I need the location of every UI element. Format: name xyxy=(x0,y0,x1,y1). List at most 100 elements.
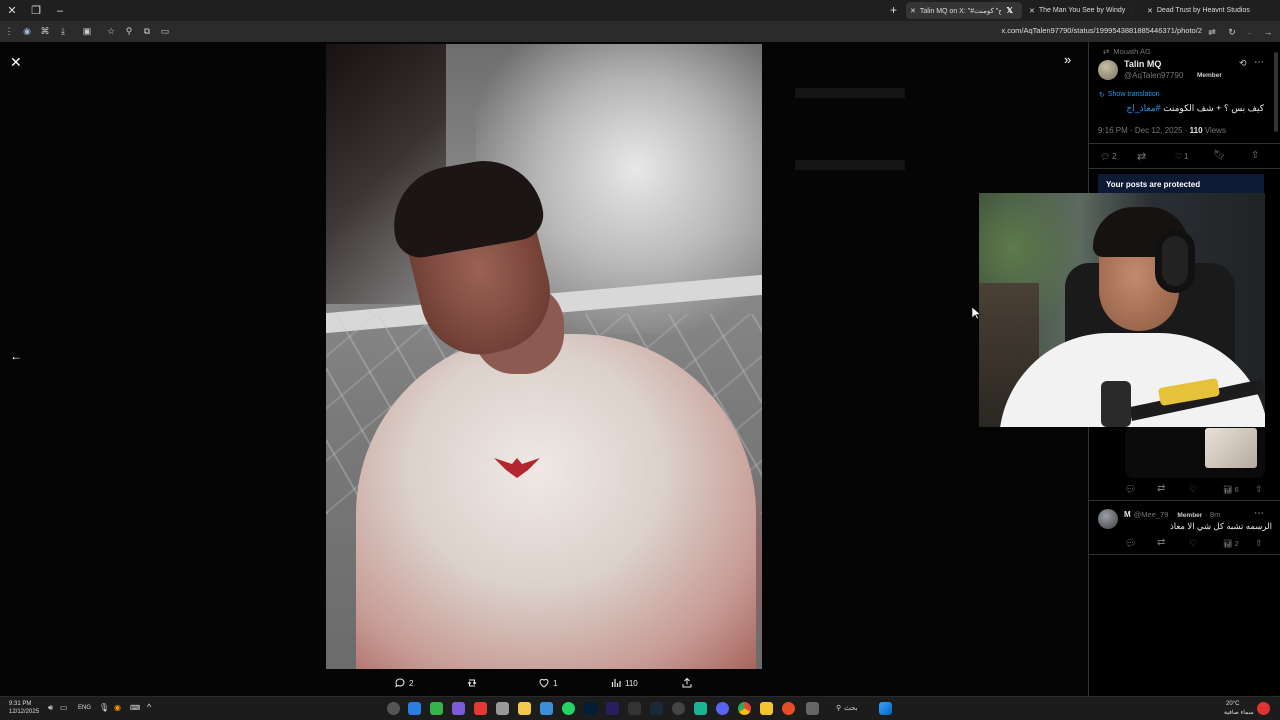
avatar[interactable] xyxy=(1098,509,1118,529)
more-options-icon[interactable]: ⋯ xyxy=(1254,57,1264,68)
app-icon[interactable] xyxy=(628,702,641,715)
screenshot-icon[interactable]: ⧉ xyxy=(138,23,156,41)
reload-icon[interactable]: ↻ xyxy=(1223,23,1241,41)
repost-icon[interactable]: ⇄ xyxy=(1137,150,1146,163)
weather-icon[interactable] xyxy=(1257,702,1270,715)
views-button[interactable]: 110 xyxy=(610,673,638,693)
arrow-left-icon[interactable]: ← xyxy=(10,349,22,363)
menu-dots-icon[interactable]: ⋮ xyxy=(0,23,18,41)
author-name[interactable]: Talin MQ xyxy=(1124,59,1161,69)
views-button[interactable]: 📊︎ 6 xyxy=(1223,485,1239,494)
new-tab-button[interactable]: + xyxy=(890,3,897,17)
repost-icon[interactable]: ⇄ xyxy=(1157,483,1165,494)
clock-time[interactable]: 9:31 PM xyxy=(9,701,31,707)
reply-author-name[interactable]: M xyxy=(1124,510,1131,519)
mic-tray-icon[interactable]: 🎙︎ xyxy=(99,703,109,712)
tab-the-man-you-see[interactable]: ✕ The Man You See by Windy xyxy=(1025,2,1143,19)
tab-close-icon[interactable]: ✕ xyxy=(910,7,916,15)
post-timestamp[interactable]: 9:16 PM · Dec 12, 2025 · xyxy=(1098,126,1190,135)
like-button[interactable]: 1 xyxy=(538,673,557,693)
tray-app-icon[interactable]: ⌨ xyxy=(130,704,140,712)
task-view-icon[interactable] xyxy=(806,702,819,715)
avatar[interactable] xyxy=(1098,60,1118,80)
profile-icon[interactable]: ◉ xyxy=(18,23,36,41)
forward-icon[interactable]: → xyxy=(1259,23,1277,41)
url-field[interactable]: x.com/AqTalen97790/status/19995438818854… xyxy=(1001,26,1202,35)
xbox-icon[interactable] xyxy=(430,702,443,715)
reply-icon[interactable]: 💬︎ xyxy=(1125,538,1136,549)
weather-desc[interactable]: سماء صافية xyxy=(1224,709,1254,716)
bookmark-icon[interactable]: 🔖︎ xyxy=(1213,150,1226,161)
weather-temp[interactable]: 20°C xyxy=(1226,701,1239,707)
app-icon[interactable] xyxy=(694,702,707,715)
site-settings-icon[interactable]: ⇌ xyxy=(1203,23,1221,41)
tab-close-icon[interactable]: ✕ xyxy=(1029,7,1035,15)
scrollbar[interactable] xyxy=(1274,52,1278,132)
tray-app-icon[interactable]: ◉ xyxy=(114,703,121,712)
app-icon[interactable] xyxy=(408,702,421,715)
like-button[interactable]: ♡ 1 xyxy=(1175,152,1189,161)
share-icon[interactable]: ⇧ xyxy=(1255,538,1263,549)
split-view-icon[interactable]: ▣ xyxy=(78,23,96,41)
photoshop-icon[interactable] xyxy=(584,702,597,715)
reply-author-handle[interactable]: @Mee_79 xyxy=(1134,510,1169,519)
reply-button[interactable]: 💬︎ 2 xyxy=(1100,152,1117,161)
premiere-icon[interactable] xyxy=(606,702,619,715)
sticky-notes-icon[interactable] xyxy=(518,702,531,715)
hashtag-link[interactable]: #معاذ_اج xyxy=(1126,103,1160,113)
extensions-icon[interactable]: ⌘ xyxy=(36,23,54,41)
language-indicator[interactable]: ENG xyxy=(78,705,91,711)
download-icon[interactable]: ⤓ xyxy=(54,23,72,41)
speaker-icon[interactable]: 🔊︎ xyxy=(48,703,53,713)
app-icon[interactable] xyxy=(496,702,509,715)
reply-sketch-thumbnail[interactable] xyxy=(1205,428,1257,468)
youtube-icon[interactable] xyxy=(474,702,487,715)
show-translation-link[interactable]: ↻ Show translation xyxy=(1099,91,1160,99)
share-button[interactable] xyxy=(681,673,693,693)
tab-talin-mq[interactable]: ✕ Talin MQ on X: "#معاذ_اج" كومنت 𝕏 xyxy=(906,2,1022,19)
tab-close-icon[interactable]: ✕ xyxy=(1147,7,1153,15)
app-icon[interactable] xyxy=(540,702,553,715)
reply-media-card[interactable] xyxy=(1125,426,1265,478)
repost-context-name[interactable]: Mouath AG xyxy=(1113,47,1151,56)
app-icon[interactable] xyxy=(452,702,465,715)
chrome-icon[interactable] xyxy=(738,702,751,715)
app-icon[interactable] xyxy=(782,702,795,715)
app-icon[interactable] xyxy=(672,702,685,715)
views-chart-icon xyxy=(611,679,621,687)
grok-icon[interactable]: ⟲ xyxy=(1239,58,1247,69)
taskbar-search[interactable]: ⚲ بحث xyxy=(836,704,857,712)
steam-icon[interactable] xyxy=(650,702,663,715)
network-icon[interactable]: ▭ xyxy=(60,703,68,712)
clock-date[interactable]: 12/12/2025 xyxy=(9,709,39,715)
cast-icon[interactable]: ▭ xyxy=(156,23,174,41)
chevron-up-icon[interactable]: ^ xyxy=(147,702,151,712)
close-icon[interactable]: ✕ xyxy=(10,54,22,71)
minimize-window-icon[interactable]: – xyxy=(48,0,72,21)
close-window-icon[interactable]: ✕ xyxy=(0,0,24,21)
back-icon[interactable]: ← xyxy=(1241,23,1259,41)
views-button[interactable]: 📊︎ 2 xyxy=(1223,539,1239,548)
app-icon[interactable] xyxy=(387,702,400,715)
file-explorer-icon[interactable] xyxy=(760,702,773,715)
repost-icon[interactable]: ⇄ xyxy=(1157,537,1165,548)
search-key-icon[interactable]: ⚲ xyxy=(120,23,138,41)
share-icon[interactable]: ⇧ xyxy=(1255,484,1263,495)
discord-icon[interactable] xyxy=(716,702,729,715)
reply-button[interactable]: 2 xyxy=(394,673,413,693)
chevrons-right-icon[interactable]: » xyxy=(1064,52,1071,67)
bookmark-star-icon[interactable]: ☆ xyxy=(102,23,120,41)
repost-button[interactable] xyxy=(466,673,478,693)
tab-dead-trust[interactable]: ✕ Dead Trust by Heavnt Studios xyxy=(1143,2,1261,19)
reply-icon[interactable]: 💬︎ xyxy=(1125,484,1136,495)
share-icon[interactable]: ⇧ xyxy=(1251,150,1259,161)
view-count: 110 xyxy=(625,678,638,688)
restore-window-icon[interactable]: ❐ xyxy=(24,0,48,21)
more-options-icon[interactable]: ⋯ xyxy=(1254,508,1264,519)
reply-age[interactable]: · 8m xyxy=(1205,510,1220,519)
author-handle[interactable]: @AqTalen97790 xyxy=(1124,71,1183,80)
whatsapp-icon[interactable] xyxy=(562,702,575,715)
heart-icon[interactable]: ♡ xyxy=(1189,538,1197,549)
windows-start-icon[interactable] xyxy=(879,702,892,715)
heart-icon[interactable]: ♡ xyxy=(1189,484,1197,495)
